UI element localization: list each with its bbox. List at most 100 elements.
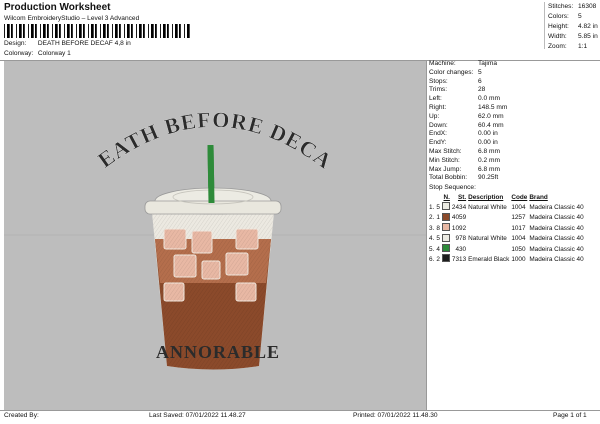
barcode-bar <box>40 24 41 38</box>
barcode-bar <box>172 24 173 38</box>
info-row: Trims: 28 <box>429 86 599 95</box>
stat-label: Colors: <box>548 13 569 20</box>
info-label: EndY: <box>429 139 447 147</box>
barcode-bar <box>115 24 118 38</box>
sequence-row: 5. 4 430 1050 Madeira Classic 40 <box>428 244 585 254</box>
summary-stats: Stitches: 16308 Colors: 5 Height: 4.82 in W… <box>544 2 600 52</box>
info-row: EndX: 0.00 in <box>429 130 599 139</box>
color-swatch <box>441 223 450 232</box>
embroidery-artwork: DEATH BEFORE DECAF <box>0 41 426 370</box>
info-value: 0.00 in <box>478 139 498 147</box>
color-swatch <box>441 244 450 253</box>
design-row: Design: DEATH BEFORE DECAF 4,8 in <box>4 40 131 47</box>
color-swatch <box>441 233 450 242</box>
stat-value: 5.85 in <box>578 33 598 40</box>
barcode-bar <box>163 24 166 38</box>
info-value: 6 <box>478 77 482 85</box>
barcode-bar <box>112 24 113 38</box>
color-swatch <box>441 212 450 221</box>
info-value: 0.0 mm <box>478 95 500 103</box>
info-label: Total Bobbin: <box>429 174 468 182</box>
barcode-bar <box>35 24 37 38</box>
seq-code: 1050 <box>511 245 526 253</box>
barcode-bar <box>11 24 13 38</box>
seq-description: Emerald Black <box>468 255 510 263</box>
stat-value: 1:1 <box>578 43 588 50</box>
info-row: Total Bobbin: 90.25ft <box>429 174 599 183</box>
stat-stitches: Stitches: 16308 <box>545 2 600 12</box>
last-saved: Last Saved: 07/01/2022 11.48.27 <box>149 412 246 419</box>
barcode-bar <box>4 24 5 38</box>
col-brand: Brand <box>529 194 548 201</box>
barcode-bar <box>47 24 49 38</box>
barcode-bar <box>79 24 82 38</box>
info-label: Right: <box>429 103 447 111</box>
seq-swatch-cell <box>441 244 451 254</box>
sequence-row: 3. 8 1092 1017 Madeira Classic 40 <box>428 223 585 233</box>
info-row: Machine: Tajima <box>429 60 599 69</box>
col-st: St. <box>457 194 467 201</box>
sequence-row: 2. 1 4059 1257 Madeira Classic 40 <box>428 212 585 223</box>
stop-sequence-title: Stop Sequence: <box>429 184 476 191</box>
barcode-bar <box>52 24 53 38</box>
info-label: Min Stitch: <box>429 156 460 164</box>
stat-label: Zoom: <box>548 43 567 50</box>
seq-code: 1000 <box>511 255 526 263</box>
straw-top <box>207 144 215 204</box>
barcode-bar <box>119 24 121 38</box>
info-row: Color changes: 5 <box>429 69 599 78</box>
barcode-bar <box>131 24 133 38</box>
barcode-bar <box>67 24 70 38</box>
info-value: 90.25ft <box>478 174 499 182</box>
stop-sequence-header: N. St. Description Code Brand <box>428 193 585 202</box>
barcode-bar <box>139 24 142 38</box>
seq-index: 4. <box>429 235 435 243</box>
stat-label: Height: <box>548 23 569 30</box>
info-row: EndY: 0.00 in <box>429 139 599 148</box>
stop-sequence-table: N. St. Description Code Brand 1. 5 2434 Nat… <box>428 193 585 265</box>
printed-date: Printed: 07/01/2022 11.48.30 <box>353 412 438 419</box>
seq-description <box>467 223 510 233</box>
seq-stitches: 1092 <box>451 224 467 232</box>
barcode-bar <box>23 24 25 38</box>
machine-info: Machine: Tajima Color changes: 5 Stops: 6 Trim… <box>429 60 599 183</box>
design-value: DEATH BEFORE DECAF 4,8 in <box>37 40 131 47</box>
seq-brand: Madeira Classic 40 <box>529 245 584 253</box>
seq-stitches: 2434 <box>451 203 467 211</box>
barcode-bar <box>83 24 85 38</box>
info-value: 60.4 mm <box>478 121 504 129</box>
barcode-bar <box>184 24 185 38</box>
info-label: Max Jump: <box>429 165 462 173</box>
seq-description: Natural White <box>468 235 507 243</box>
panel-divider <box>426 60 427 410</box>
arched-text: DEATH BEFORE DECAF <box>4 61 337 174</box>
seq-brand: Madeira Classic 40 <box>529 235 584 243</box>
seq-code: 1004 <box>511 235 526 243</box>
barcode-bar <box>31 24 34 38</box>
barcode-bar <box>124 24 125 38</box>
footer-divider <box>0 410 600 411</box>
info-row: Down: 60.4 mm <box>429 122 599 131</box>
stat-value: 16308 <box>578 3 597 10</box>
barcode-bar <box>175 24 178 38</box>
info-value: 6.8 mm <box>478 147 500 155</box>
barcode-bar <box>43 24 46 38</box>
stat-width: Width: 5.85 in <box>545 32 600 42</box>
bottom-text: ANNORABLE <box>156 342 280 362</box>
seq-swatch-cell <box>441 212 451 223</box>
seq-index: 5. <box>429 245 435 253</box>
info-value: 62.0 mm <box>478 112 504 120</box>
stat-zoom: Zoom: 1:1 <box>545 42 600 52</box>
info-value: 6.8 mm <box>478 165 500 173</box>
info-row: Up: 62.0 mm <box>429 113 599 122</box>
sequence-row: 6. 2 7313 Emerald Black 1000 Madeira Classic … <box>428 254 585 264</box>
barcode-bar <box>103 24 106 38</box>
info-label: Trims: <box>429 86 448 94</box>
info-value: 148.5 mm <box>478 103 508 111</box>
barcode-bar <box>88 24 89 38</box>
barcode-bar <box>28 24 29 38</box>
info-value: 28 <box>478 86 486 94</box>
colorway-label: Colorway: <box>4 50 34 57</box>
barcode-bar <box>107 24 109 38</box>
seq-code: 1004 <box>511 203 526 211</box>
